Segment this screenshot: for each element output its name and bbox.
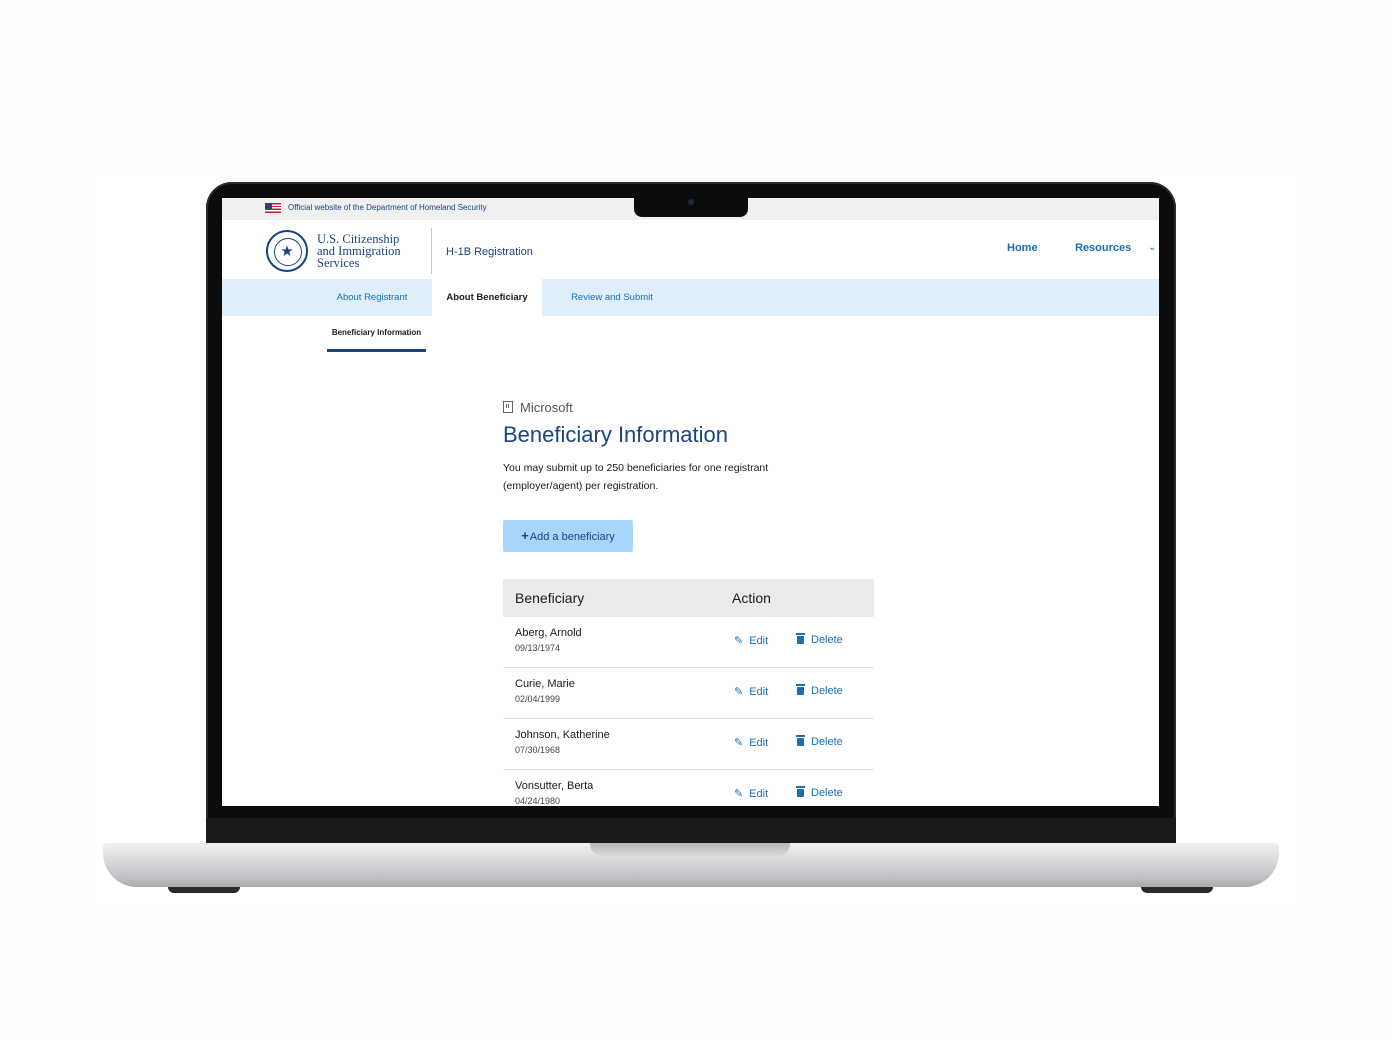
tab-about-registrant[interactable]: About Registrant <box>320 279 424 316</box>
edit-label: Edit <box>749 737 769 749</box>
pencil-icon: ✎ <box>734 635 744 647</box>
add-beneficiary-label: Add a beneficiary <box>529 531 615 543</box>
beneficiary-name: Curie, Marie <box>515 678 575 690</box>
building-icon <box>503 401 513 413</box>
laptop-foot-left <box>168 887 240 893</box>
pencil-icon: ✎ <box>734 788 744 800</box>
edit-button[interactable]: ✎ Edit <box>734 685 768 698</box>
delete-button[interactable]: Delete <box>796 735 843 748</box>
edit-button[interactable]: ✎ Edit <box>734 634 768 647</box>
beneficiary-dob: 02/04/1999 <box>515 694 561 704</box>
agency-line-3: Services <box>317 256 360 270</box>
subnav-active-indicator <box>327 349 426 352</box>
camera-icon <box>688 199 694 205</box>
dhs-seal-icon[interactable] <box>266 230 308 272</box>
agency-name[interactable]: U.S. Citizenship and Immigration Service… <box>317 233 401 270</box>
screen: Official website of the Department of Ho… <box>222 198 1159 806</box>
camera-notch <box>634 198 748 217</box>
delete-label: Delete <box>811 634 843 646</box>
trash-icon <box>796 786 805 797</box>
organization-name: Microsoft <box>520 400 573 415</box>
edit-button[interactable]: ✎ Edit <box>734 787 768 800</box>
trash-icon <box>796 633 805 644</box>
intro-text: You may submit up to 250 beneficiaries f… <box>503 462 769 492</box>
delete-button[interactable]: Delete <box>796 633 843 646</box>
us-flag-icon <box>265 203 281 213</box>
table-row: Vonsutter, Berta 04/24/1980 ✎ Edit Delete <box>503 770 874 806</box>
subnav-beneficiary-information[interactable]: Beneficiary Information <box>327 328 426 337</box>
beneficiary-dob: 09/13/1974 <box>515 643 561 653</box>
laptop-chin <box>206 818 1176 844</box>
pencil-icon: ✎ <box>734 737 744 749</box>
delete-button[interactable]: Delete <box>796 786 843 799</box>
laptop-foot-right <box>1141 887 1213 893</box>
header-beneficiary: Beneficiary <box>515 590 585 606</box>
add-beneficiary-button[interactable]: +Add a beneficiary <box>503 520 633 552</box>
laptop-base-groove <box>590 843 790 856</box>
table-row: Curie, Marie 02/04/1999 ✎ Edit Delete <box>503 668 874 719</box>
step-tabs: About Registrant About Beneficiary Revie… <box>222 279 1159 316</box>
site-header: U.S. Citizenship and Immigration Service… <box>222 220 1159 279</box>
chevron-down-icon[interactable]: ⌄ <box>1148 242 1156 253</box>
pencil-icon: ✎ <box>734 686 744 698</box>
nav-resources-link[interactable]: Resources <box>1075 242 1131 254</box>
beneficiary-table: Beneficiary Action Aberg, Arnold 09/13/1… <box>503 579 874 806</box>
app-name: H-1B Registration <box>446 246 533 258</box>
gov-banner-text: Official website of the Department of Ho… <box>288 203 487 212</box>
tab-about-beneficiary[interactable]: About Beneficiary <box>432 279 542 316</box>
delete-label: Delete <box>811 736 843 748</box>
edit-label: Edit <box>749 635 769 647</box>
trash-icon <box>796 684 805 695</box>
edit-label: Edit <box>749 788 769 800</box>
page-title: Beneficiary Information <box>503 422 728 447</box>
organization: Microsoft <box>503 400 573 415</box>
beneficiary-name: Johnson, Katherine <box>515 729 610 741</box>
trash-icon <box>796 735 805 746</box>
table-row: Aberg, Arnold 09/13/1974 ✎ Edit Delete <box>503 617 874 668</box>
delete-label: Delete <box>811 787 843 799</box>
delete-label: Delete <box>811 685 843 697</box>
beneficiary-dob: 07/30/1968 <box>515 745 561 755</box>
table-row: Johnson, Katherine 07/30/1968 ✎ Edit Dele… <box>503 719 874 770</box>
edit-label: Edit <box>749 686 769 698</box>
beneficiary-name: Vonsutter, Berta <box>515 780 594 792</box>
table-header: Beneficiary Action <box>503 579 874 617</box>
beneficiary-name: Aberg, Arnold <box>515 627 582 639</box>
header-divider <box>431 228 432 274</box>
edit-button[interactable]: ✎ Edit <box>734 736 768 749</box>
tab-review-and-submit[interactable]: Review and Submit <box>552 279 672 316</box>
beneficiary-dob: 04/24/1980 <box>515 796 561 806</box>
plus-icon: + <box>521 528 529 543</box>
nav-home-link[interactable]: Home <box>1007 242 1038 254</box>
header-action: Action <box>732 590 771 606</box>
delete-button[interactable]: Delete <box>796 684 843 697</box>
